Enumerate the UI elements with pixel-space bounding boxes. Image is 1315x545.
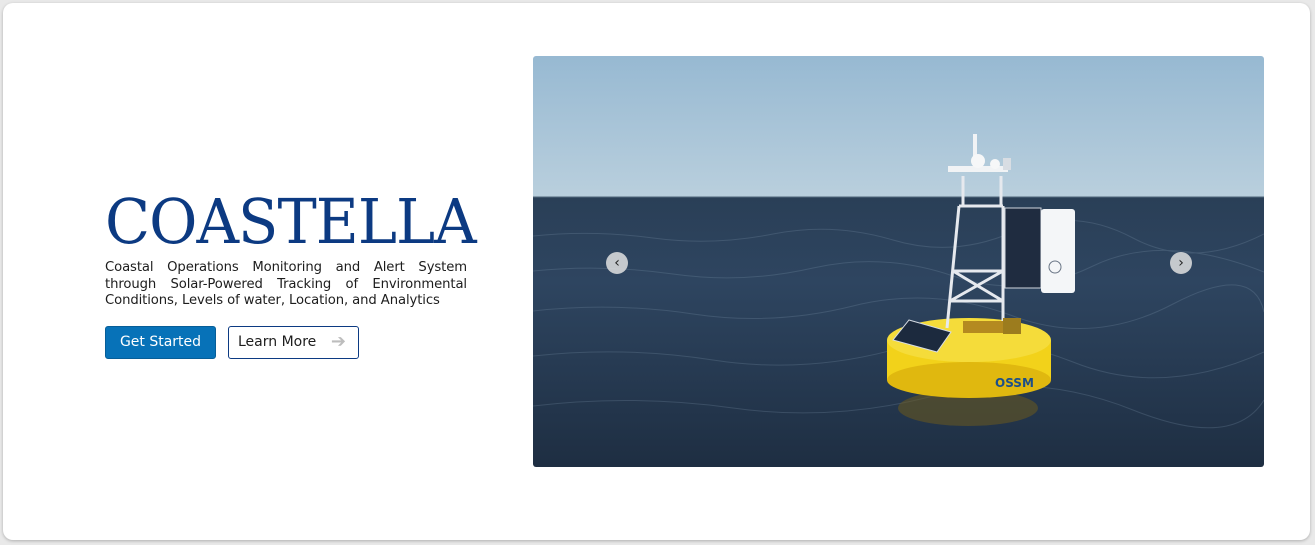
- hero-card: COASTELLA Coastal Operations Monitoring …: [3, 3, 1310, 540]
- learn-more-label: Learn More: [238, 334, 317, 351]
- image-carousel: OSSM ‹ ›: [533, 56, 1264, 467]
- arrow-right-icon: ➔: [330, 331, 346, 353]
- chevron-right-icon: ›: [1178, 255, 1184, 271]
- buoy-photo: OSSM: [533, 134, 1264, 429]
- hero-actions: Get Started Learn More ➔: [105, 325, 467, 359]
- tagline: Coastal Operations Monitoring and Alert …: [105, 260, 467, 309]
- get-started-button[interactable]: Get Started: [105, 325, 216, 359]
- hero-text: COASTELLA Coastal Operations Monitoring …: [105, 185, 477, 359]
- carousel-next-button[interactable]: ›: [1170, 252, 1192, 274]
- buoy-label: OSSM: [995, 376, 1034, 390]
- learn-more-button[interactable]: Learn More ➔: [228, 325, 359, 359]
- chevron-left-icon: ‹: [614, 255, 620, 271]
- brand-title: COASTELLA: [105, 185, 477, 258]
- carousel-prev-button[interactable]: ‹: [606, 252, 628, 274]
